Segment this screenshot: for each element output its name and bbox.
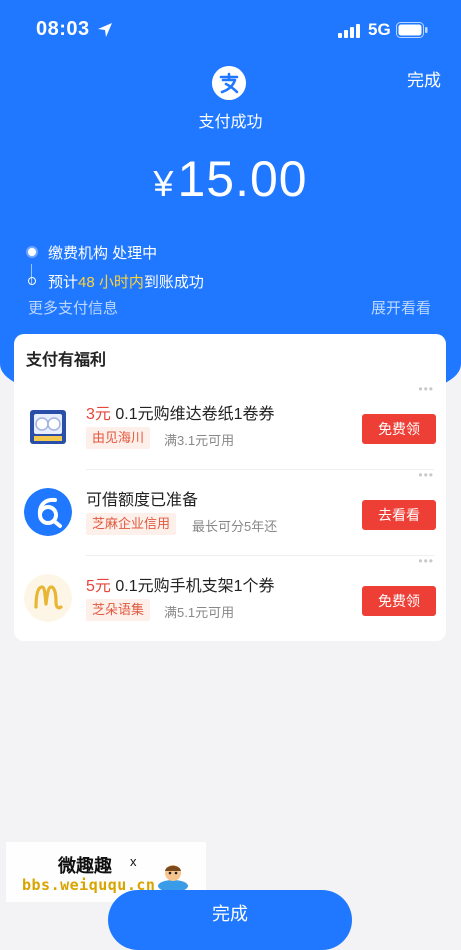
claim-free-button-3[interactable]: 免费领 — [362, 586, 436, 616]
watermark-mascot-icon — [158, 865, 188, 892]
expand-link[interactable]: 展开看看 — [371, 297, 431, 318]
benefit-title-3: 5元 0.1元购手机支架1个券 — [86, 572, 275, 596]
more-payment-info-link[interactable]: 更多支付信息 — [28, 297, 118, 318]
timeline-step2-prefix: 预计 — [48, 273, 79, 291]
currency-symbol: ¥ — [153, 163, 174, 204]
benefit-row-phone-stand[interactable]: ••• 5元 0.1元购手机支架1个券 芝朵语集 满5.1元可用 免费领 — [14, 554, 446, 642]
timeline-step2-suffix: 到账成功 — [143, 273, 204, 291]
benefit-amount-3: 5元 — [86, 578, 111, 595]
more-dots-icon: ••• — [418, 382, 434, 396]
status-bar: 08:03 5G — [0, 14, 461, 48]
timeline-step-eta: 预计 48 小时内 到账成功 — [28, 271, 204, 291]
benefit-title-2: 可借额度已准备 — [86, 492, 199, 509]
timeline-step-processing: 缴费机构 处理中 — [28, 242, 157, 262]
done-button-bottom[interactable]: 完成 — [108, 890, 352, 950]
network-type: 5G — [368, 20, 391, 39]
amount-value: 15.00 — [177, 151, 308, 207]
more-dots-icon: ••• — [418, 468, 434, 482]
benefit-amount-1: 3元 — [86, 406, 111, 423]
benefit-text-1: 0.1元购维达卷纸1卷券 — [110, 406, 275, 423]
watermark-mark: x — [130, 854, 137, 869]
benefit-tag-1: 由见海川 — [86, 427, 151, 449]
benefit-tag-3: 芝朵语集 — [86, 599, 151, 621]
benefit-sub-3: 满5.1元可用 — [164, 605, 235, 620]
claim-free-button-1[interactable]: 免费领 — [362, 414, 436, 444]
location-arrow-icon — [98, 23, 112, 37]
timeline-dot-active — [28, 248, 36, 256]
zhiduo-brand-icon — [24, 574, 72, 622]
battery-icon — [396, 22, 428, 38]
benefit-sub-1: 满3.1元可用 — [164, 433, 235, 448]
benefit-row-credit[interactable]: ••• 可借额度已准备 芝麻企业信用 最长可分5年还 去看看 — [14, 468, 446, 556]
benefits-card: 支付有福利 ••• 3元 0.1元购维达卷纸1卷券 由见海川 满3.1元可用 免… — [14, 334, 446, 641]
payment-amount: ¥15.00 — [0, 150, 461, 208]
tissue-product-icon — [24, 402, 72, 450]
alipay-logo-icon — [212, 66, 246, 100]
view-button-2[interactable]: 去看看 — [362, 500, 436, 530]
zhima-credit-icon — [24, 488, 72, 536]
watermark-title: 微趣趣 — [58, 856, 112, 876]
done-button-top[interactable]: 完成 — [407, 66, 441, 91]
benefit-tag-2: 芝麻企业信用 — [86, 513, 177, 535]
benefit-text-3: 0.1元购手机支架1个券 — [110, 578, 275, 595]
signal-icon — [338, 24, 360, 38]
benefit-title-1: 3元 0.1元购维达卷纸1卷券 — [86, 400, 275, 424]
timeline-dot-pending — [28, 277, 36, 285]
payment-success-title: 支付成功 — [198, 114, 263, 131]
benefits-title: 支付有福利 — [26, 352, 107, 369]
timeline-step1-text: 缴费机构 处理中 — [48, 244, 158, 262]
benefit-row-tissue[interactable]: ••• 3元 0.1元购维达卷纸1卷券 由见海川 满3.1元可用 免费领 — [14, 382, 446, 470]
status-time: 08:03 — [36, 18, 90, 40]
benefit-sub-2: 最长可分5年还 — [192, 519, 278, 534]
timeline-step2-highlight: 48 小时内 — [78, 273, 144, 291]
more-dots-icon: ••• — [418, 554, 434, 568]
